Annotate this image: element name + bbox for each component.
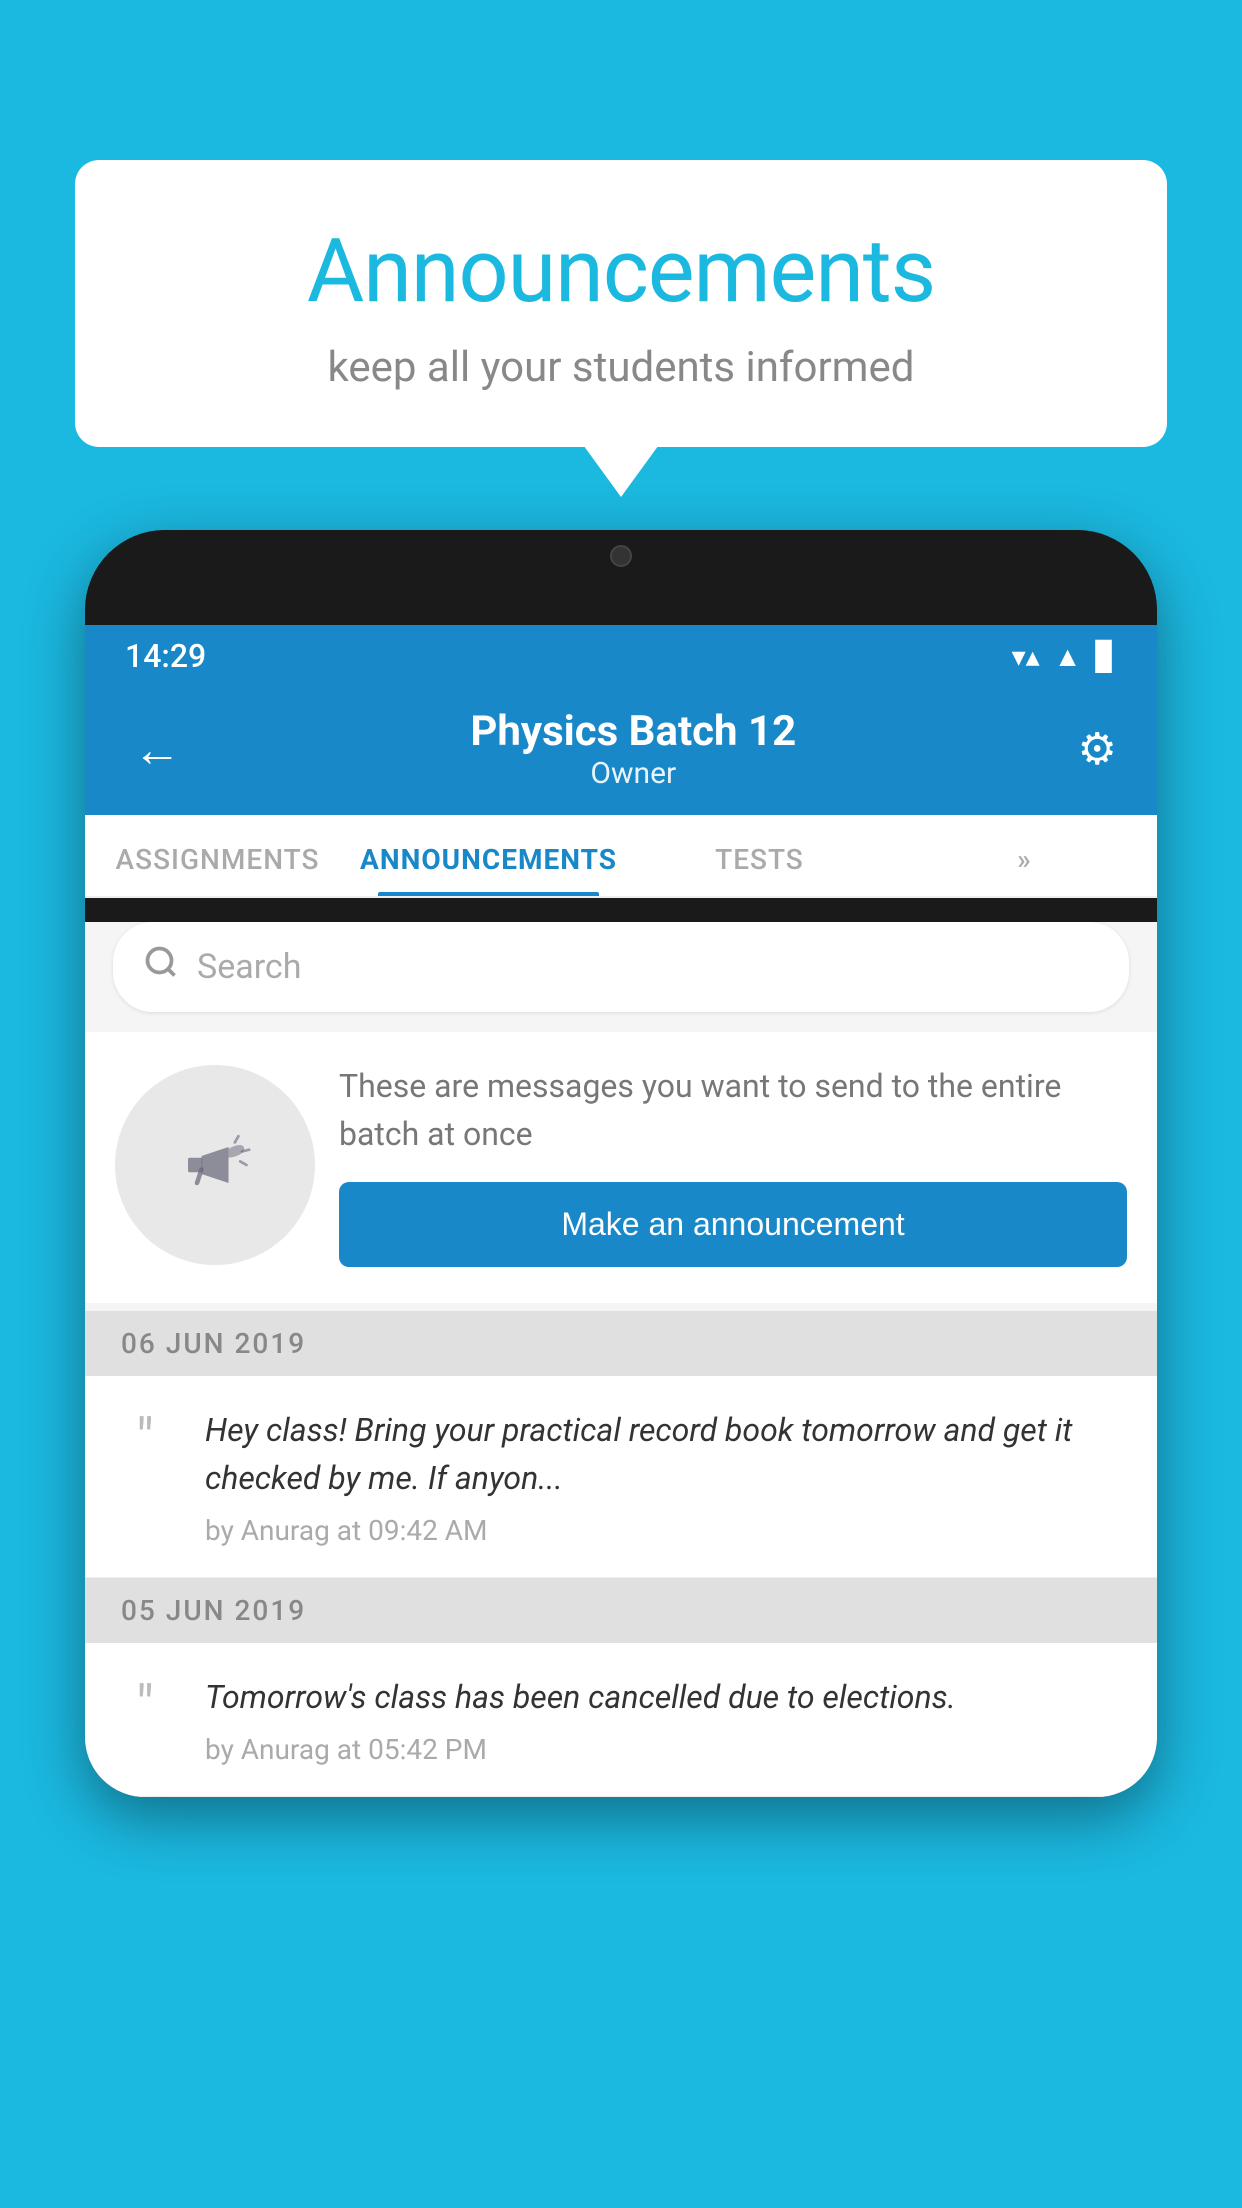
status-icons: ▾▴ ▲ ▊ bbox=[1012, 640, 1117, 673]
status-time: 14:29 bbox=[125, 637, 206, 675]
announcements-subtitle: keep all your students informed bbox=[125, 343, 1117, 392]
promo-card: These are messages you want to send to t… bbox=[85, 1032, 1157, 1303]
phone-notch bbox=[551, 530, 691, 582]
status-bar: 14:29 ▾▴ ▲ ▊ bbox=[85, 625, 1157, 687]
app-header: ← Physics Batch 12 Owner ⚙ bbox=[85, 687, 1157, 815]
phone-wrapper: 14:29 ▾▴ ▲ ▊ ← Physics Batch 12 Owner ⚙ … bbox=[85, 530, 1157, 2208]
tab-assignments[interactable]: ASSIGNMENTS bbox=[85, 815, 350, 896]
quote-icon-2: " bbox=[105, 1678, 185, 1734]
batch-role: Owner bbox=[470, 756, 796, 791]
megaphone-icon bbox=[170, 1120, 260, 1210]
tab-tests[interactable]: TESTS bbox=[627, 815, 892, 896]
search-placeholder: Search bbox=[197, 947, 301, 987]
announcements-title: Announcements bbox=[125, 220, 1117, 323]
search-icon bbox=[143, 944, 179, 990]
announcement-item-1[interactable]: " Hey class! Bring your practical record… bbox=[85, 1376, 1157, 1578]
signal-icon: ▲ bbox=[1054, 640, 1082, 673]
search-bar[interactable]: Search bbox=[113, 922, 1129, 1012]
header-center: Physics Batch 12 Owner bbox=[470, 707, 796, 791]
announcement-text-area-1: Hey class! Bring your practical record b… bbox=[205, 1406, 1127, 1547]
announcement-message-2: Tomorrow's class has been cancelled due … bbox=[205, 1673, 1127, 1721]
phone-content: Search These are bbox=[85, 922, 1157, 1797]
speech-bubble: Announcements keep all your students inf… bbox=[75, 160, 1167, 447]
tab-bar: ASSIGNMENTS ANNOUNCEMENTS TESTS » bbox=[85, 815, 1157, 898]
announcement-meta-2: by Anurag at 05:42 PM bbox=[205, 1733, 1127, 1766]
phone-camera bbox=[610, 545, 632, 567]
announcement-message-1: Hey class! Bring your practical record b… bbox=[205, 1406, 1127, 1502]
announcement-meta-1: by Anurag at 09:42 AM bbox=[205, 1514, 1127, 1547]
quote-icon-1: " bbox=[105, 1411, 185, 1467]
make-announcement-button[interactable]: Make an announcement bbox=[339, 1182, 1127, 1267]
announcement-text-area-2: Tomorrow's class has been cancelled due … bbox=[205, 1673, 1127, 1766]
tab-more[interactable]: » bbox=[892, 815, 1157, 896]
settings-button[interactable]: ⚙ bbox=[1078, 723, 1117, 775]
announcement-item-2[interactable]: " Tomorrow's class has been cancelled du… bbox=[85, 1643, 1157, 1797]
date-separator-1: 06 JUN 2019 bbox=[85, 1311, 1157, 1376]
date-separator-2: 05 JUN 2019 bbox=[85, 1578, 1157, 1643]
speech-bubble-container: Announcements keep all your students inf… bbox=[75, 160, 1167, 447]
tab-announcements[interactable]: ANNOUNCEMENTS bbox=[350, 815, 627, 896]
batch-title: Physics Batch 12 bbox=[470, 707, 796, 756]
phone: 14:29 ▾▴ ▲ ▊ ← Physics Batch 12 Owner ⚙ … bbox=[85, 530, 1157, 1797]
wifi-icon: ▾▴ bbox=[1012, 640, 1040, 673]
phone-bezel-top bbox=[85, 530, 1157, 625]
promo-text-area: These are messages you want to send to t… bbox=[339, 1062, 1127, 1267]
megaphone-circle bbox=[115, 1065, 315, 1265]
battery-icon: ▊ bbox=[1095, 640, 1117, 673]
promo-description: These are messages you want to send to t… bbox=[339, 1062, 1127, 1158]
back-button[interactable]: ← bbox=[125, 713, 189, 786]
